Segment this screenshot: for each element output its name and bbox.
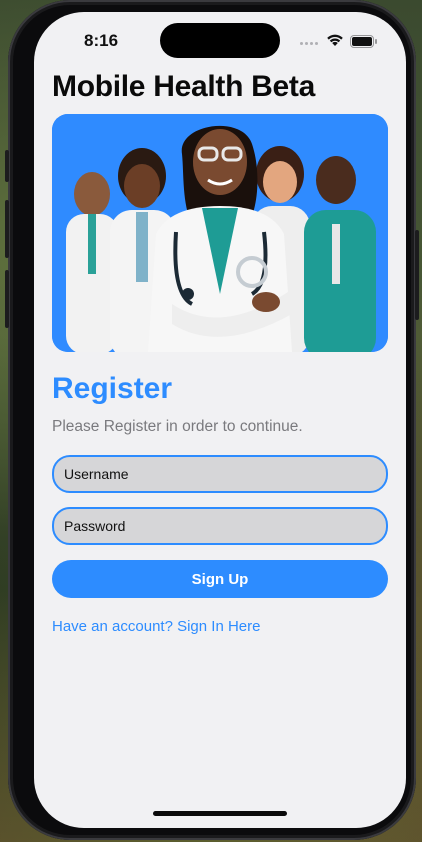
phone-frame: 8:16 Mobile Health Beta Register Please … (5, 0, 419, 840)
username-placeholder: Username (64, 466, 129, 482)
password-placeholder: Password (64, 518, 126, 534)
volume-up-button (5, 200, 9, 258)
register-heading: Register (52, 372, 173, 405)
action-button (5, 150, 9, 182)
app-screen: 8:16 Mobile Health Beta Register Please … (34, 12, 406, 828)
register-subtitle: Please Register in order to continue. (52, 418, 303, 435)
wifi-icon (327, 34, 343, 46)
sign-in-link[interactable]: Have an account? Sign In Here (52, 618, 260, 635)
hero-image (52, 114, 388, 352)
password-field[interactable]: Password (52, 507, 388, 545)
cellular-signal-icon (300, 42, 318, 45)
power-button (415, 230, 419, 320)
status-time: 8:16 (84, 31, 119, 50)
home-indicator[interactable] (153, 811, 287, 816)
volume-down-button (5, 270, 9, 328)
sign-up-button[interactable]: Sign Up (52, 560, 388, 598)
page-title: Mobile Health Beta (52, 70, 315, 103)
medical-team-illustration-icon (52, 114, 388, 352)
battery-icon (350, 35, 377, 48)
dynamic-island (160, 23, 280, 58)
username-field[interactable]: Username (52, 455, 388, 493)
